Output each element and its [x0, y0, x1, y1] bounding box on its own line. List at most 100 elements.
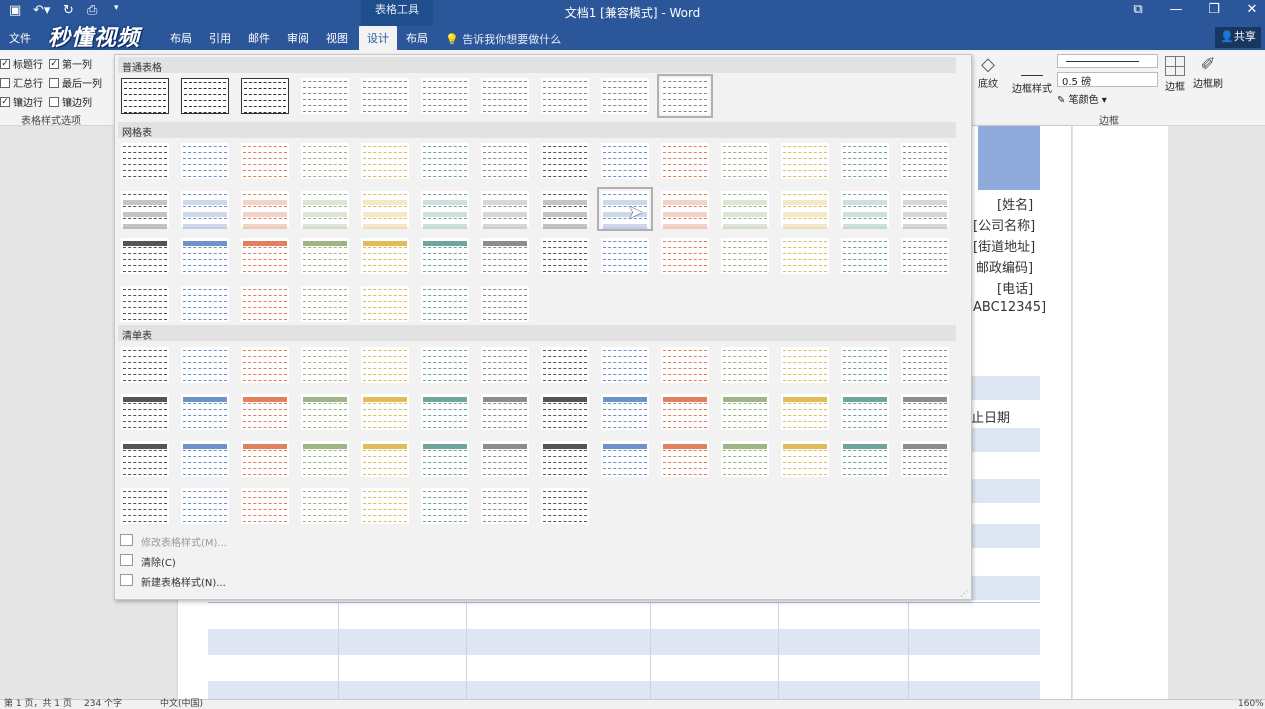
table-style-swatch[interactable] [241, 286, 289, 322]
table-style-swatch[interactable] [241, 394, 289, 430]
table-style-swatch[interactable] [541, 347, 589, 383]
table-style-swatch[interactable] [361, 238, 409, 274]
table-style-swatch[interactable] [481, 441, 529, 477]
table-style-swatch[interactable] [901, 191, 949, 229]
zoom-level[interactable]: 160% [1238, 700, 1264, 709]
new-style-command[interactable]: 新建表格样式(N)... [141, 574, 226, 589]
table-style-swatch[interactable] [601, 347, 649, 383]
table-style-swatch[interactable] [121, 347, 169, 383]
table-style-swatch[interactable] [121, 238, 169, 274]
table-style-swatch[interactable] [121, 394, 169, 430]
close-button[interactable]: ✕ [1238, 2, 1265, 17]
table-style-swatch[interactable] [121, 441, 169, 477]
table-style-swatch[interactable] [481, 488, 529, 524]
table-style-swatch[interactable] [481, 191, 529, 229]
border-painter-button[interactable]: ✐ 边框刷 [1192, 54, 1224, 106]
table-style-swatch[interactable] [901, 441, 949, 477]
table-style-swatch[interactable] [421, 488, 469, 524]
table-style-swatch[interactable] [901, 238, 949, 274]
tab-review[interactable]: 审阅 [287, 30, 309, 46]
table-style-swatch[interactable] [241, 488, 289, 524]
table-style-swatch[interactable] [421, 78, 469, 114]
table-style-swatch[interactable] [601, 78, 649, 114]
table-style-swatch[interactable] [657, 74, 713, 118]
table-style-swatch[interactable] [721, 347, 769, 383]
table-style-swatch[interactable] [181, 238, 229, 274]
table-style-swatch[interactable] [901, 394, 949, 430]
table-style-swatch[interactable] [301, 143, 349, 179]
restore-button[interactable]: ❐ [1200, 2, 1228, 17]
table-style-swatch[interactable] [241, 191, 289, 229]
table-style-swatch[interactable] [901, 347, 949, 383]
table-style-swatch[interactable] [781, 238, 829, 274]
table-style-swatch[interactable] [181, 286, 229, 322]
table-style-swatch[interactable] [721, 394, 769, 430]
line-weight-select[interactable]: 0.5 磅 [1057, 72, 1158, 88]
table-style-swatch[interactable] [721, 238, 769, 274]
language-status[interactable]: 中文(中国) [160, 700, 203, 709]
table-style-swatch[interactable] [301, 347, 349, 383]
table-style-swatch[interactable] [181, 191, 229, 229]
borders-button[interactable]: 边框 [1163, 54, 1187, 106]
table-style-swatch[interactable] [841, 143, 889, 179]
table-style-swatch[interactable] [121, 286, 169, 322]
table-style-swatch[interactable] [601, 143, 649, 179]
table-style-swatch[interactable] [841, 191, 889, 229]
table-style-swatch[interactable] [361, 488, 409, 524]
table-style-swatch[interactable] [121, 191, 169, 229]
page-count[interactable]: 第 1 页，共 1 页 [4, 700, 72, 709]
table-style-swatch[interactable] [181, 78, 229, 114]
table-style-swatch[interactable] [241, 78, 289, 114]
header-row-checkbox[interactable]: ✓ 标题行 [0, 56, 43, 71]
table-style-swatch[interactable] [421, 143, 469, 179]
table-style-swatch[interactable] [541, 191, 589, 229]
table-style-swatch[interactable] [301, 238, 349, 274]
minimize-button[interactable]: — [1162, 2, 1190, 17]
last-column-checkbox[interactable]: 最后一列 [49, 75, 102, 90]
tab-table-layout[interactable]: 布局 [406, 30, 428, 46]
table-style-swatch[interactable] [301, 441, 349, 477]
table-style-swatch[interactable] [121, 78, 169, 114]
tab-layout[interactable]: 布局 [170, 30, 192, 46]
table-style-swatch[interactable] [841, 238, 889, 274]
table-style-swatch[interactable] [661, 191, 709, 229]
table-style-swatch[interactable] [661, 238, 709, 274]
ribbon-display-icon[interactable]: ⧉ [1124, 2, 1152, 17]
table-style-swatch[interactable] [541, 78, 589, 114]
table-style-swatch[interactable] [361, 441, 409, 477]
table-style-swatch[interactable] [361, 78, 409, 114]
share-button[interactable]: 👤共享 [1215, 27, 1261, 48]
table-style-swatch[interactable] [301, 394, 349, 430]
table-style-swatch[interactable] [481, 347, 529, 383]
line-style-select[interactable] [1057, 54, 1158, 68]
table-style-swatch[interactable] [181, 394, 229, 430]
table-style-swatch[interactable] [181, 441, 229, 477]
border-styles-button[interactable]: 边框样式 [1011, 54, 1053, 106]
table-style-swatch[interactable] [181, 347, 229, 383]
table-style-swatch[interactable] [721, 191, 769, 229]
table-style-swatch[interactable] [601, 394, 649, 430]
tab-mailings[interactable]: 邮件 [248, 30, 270, 46]
table-style-swatch[interactable] [301, 191, 349, 229]
table-style-swatch[interactable] [361, 286, 409, 322]
banded-columns-checkbox[interactable]: 镶边列 [49, 94, 92, 109]
table-style-swatch[interactable] [841, 394, 889, 430]
table-style-swatch[interactable] [541, 441, 589, 477]
table-style-swatch[interactable] [241, 143, 289, 179]
first-column-checkbox[interactable]: ✓ 第一列 [49, 56, 92, 71]
resize-grip-icon[interactable]: ⋰ [960, 589, 968, 598]
table-style-gallery[interactable]: 普通表格 网格表 清单表 修改表格样式(M)... 清除(C) 新建表格样式(N… [114, 54, 972, 600]
table-style-swatch[interactable] [481, 78, 529, 114]
pen-color-button[interactable]: ✎ 笔颜色 ▾ [1057, 91, 1107, 106]
banded-rows-checkbox[interactable]: ✓ 镶边行 [0, 94, 43, 109]
total-row-checkbox[interactable]: 汇总行 [0, 75, 43, 90]
table-style-swatch[interactable] [301, 286, 349, 322]
table-style-swatch[interactable] [541, 394, 589, 430]
table-style-swatch[interactable] [301, 78, 349, 114]
table-style-swatch[interactable] [421, 238, 469, 274]
table-style-swatch[interactable] [661, 143, 709, 179]
tab-design[interactable]: 设计 [359, 26, 397, 50]
tab-view[interactable]: 视图 [326, 30, 348, 46]
table-style-swatch[interactable] [361, 347, 409, 383]
clear-style-command[interactable]: 清除(C) [141, 554, 176, 569]
